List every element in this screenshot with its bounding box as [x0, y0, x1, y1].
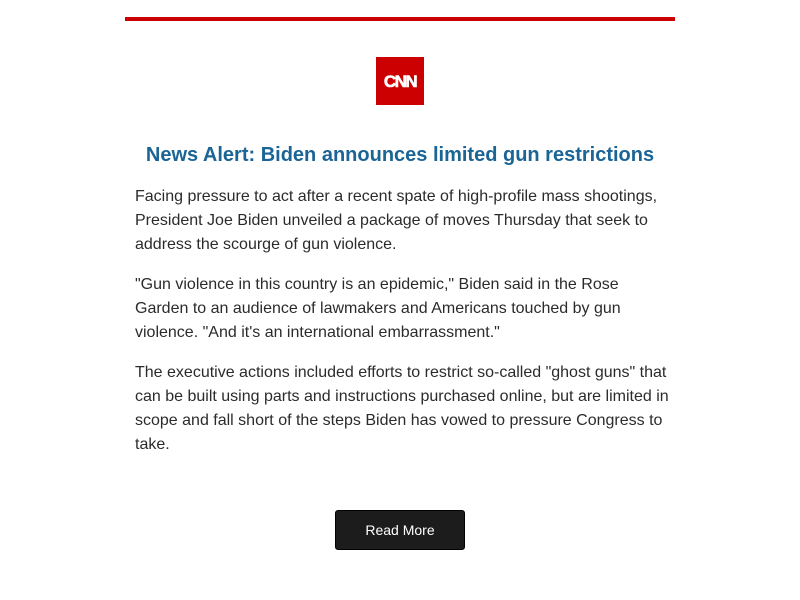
cnn-logo-text: CNN: [384, 72, 418, 91]
paragraph: The executive actions included efforts t…: [135, 364, 669, 453]
headline[interactable]: News Alert: Biden announces limited gun …: [125, 142, 675, 168]
paragraph: Facing pressure to act after a recent sp…: [135, 188, 658, 253]
cnn-logo-wordmark: CNN: [384, 72, 420, 92]
article-body: Facing pressure to act after a recent sp…: [135, 185, 675, 473]
news-alert-email: CNN News Alert: Biden announces limited …: [0, 0, 800, 600]
read-more-button[interactable]: Read More: [335, 510, 465, 550]
cnn-logo[interactable]: CNN: [376, 57, 424, 105]
paragraph: "Gun violence in this country is an epid…: [135, 276, 621, 341]
top-accent-rule: [125, 17, 675, 21]
